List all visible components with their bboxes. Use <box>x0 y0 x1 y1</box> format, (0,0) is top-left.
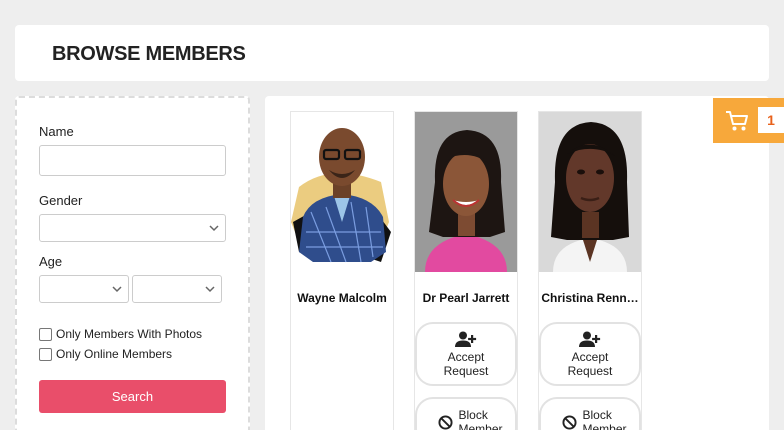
block-member-label: Block Member <box>582 408 627 430</box>
add-user-icon <box>579 331 601 347</box>
only-photos-label: Only Members With Photos <box>56 327 203 341</box>
filter-panel: Name Gender Age Only Members With Photos… <box>15 96 250 430</box>
name-label: Name <box>39 124 74 139</box>
member-photo[interactable] <box>539 112 641 272</box>
cart-icon <box>726 111 748 131</box>
gender-label: Gender <box>39 193 83 208</box>
name-input[interactable] <box>39 145 226 176</box>
age-from-select[interactable] <box>39 275 129 303</box>
member-name[interactable]: Christina Renn… <box>539 291 641 305</box>
accept-request-button[interactable]: Accept Request <box>539 322 641 386</box>
chevron-down-icon <box>112 286 122 293</box>
add-user-icon <box>455 331 477 347</box>
block-member-button[interactable]: Block Member <box>539 397 641 430</box>
accept-request-button[interactable]: Accept Request <box>415 322 517 386</box>
cart-widget[interactable]: 1 <box>713 98 784 143</box>
page-header: BROWSE MEMBERS <box>15 25 769 81</box>
only-online-label: Only Online Members <box>56 347 173 361</box>
search-button[interactable]: Search <box>39 380 226 413</box>
age-to-select[interactable] <box>132 275 222 303</box>
block-icon <box>561 414 577 430</box>
age-label: Age <box>39 254 63 269</box>
only-photos-option: Only Members With Photos <box>39 327 202 341</box>
block-member-button[interactable]: Block Member <box>415 397 517 430</box>
gender-select[interactable] <box>39 214 226 242</box>
member-name[interactable]: Dr Pearl Jarrett <box>415 291 517 305</box>
member-card: Dr Pearl Jarrett Accept Request Block Me… <box>414 111 518 430</box>
member-photo[interactable] <box>291 112 393 272</box>
cart-count-badge: 1 <box>758 107 784 133</box>
member-photo[interactable] <box>415 112 517 272</box>
only-online-option: Only Online Members <box>39 347 172 361</box>
block-icon <box>437 414 453 430</box>
page-title: BROWSE MEMBERS <box>52 43 246 65</box>
block-member-label: Block Member <box>458 408 503 430</box>
only-online-checkbox[interactable] <box>39 347 52 361</box>
accept-request-label: Accept Request <box>567 349 613 378</box>
member-card: Wayne Malcolm <box>290 111 394 430</box>
accept-request-label: Accept Request <box>443 349 489 378</box>
chevron-down-icon <box>205 286 215 293</box>
only-photos-checkbox[interactable] <box>39 327 52 341</box>
member-name[interactable]: Wayne Malcolm <box>291 291 393 305</box>
chevron-down-icon <box>209 225 219 232</box>
members-panel: Wayne Malcolm Dr Pearl Jarrett Accept Re… <box>265 96 769 430</box>
member-card: Christina Renn… Accept Request Block Mem… <box>538 111 642 430</box>
